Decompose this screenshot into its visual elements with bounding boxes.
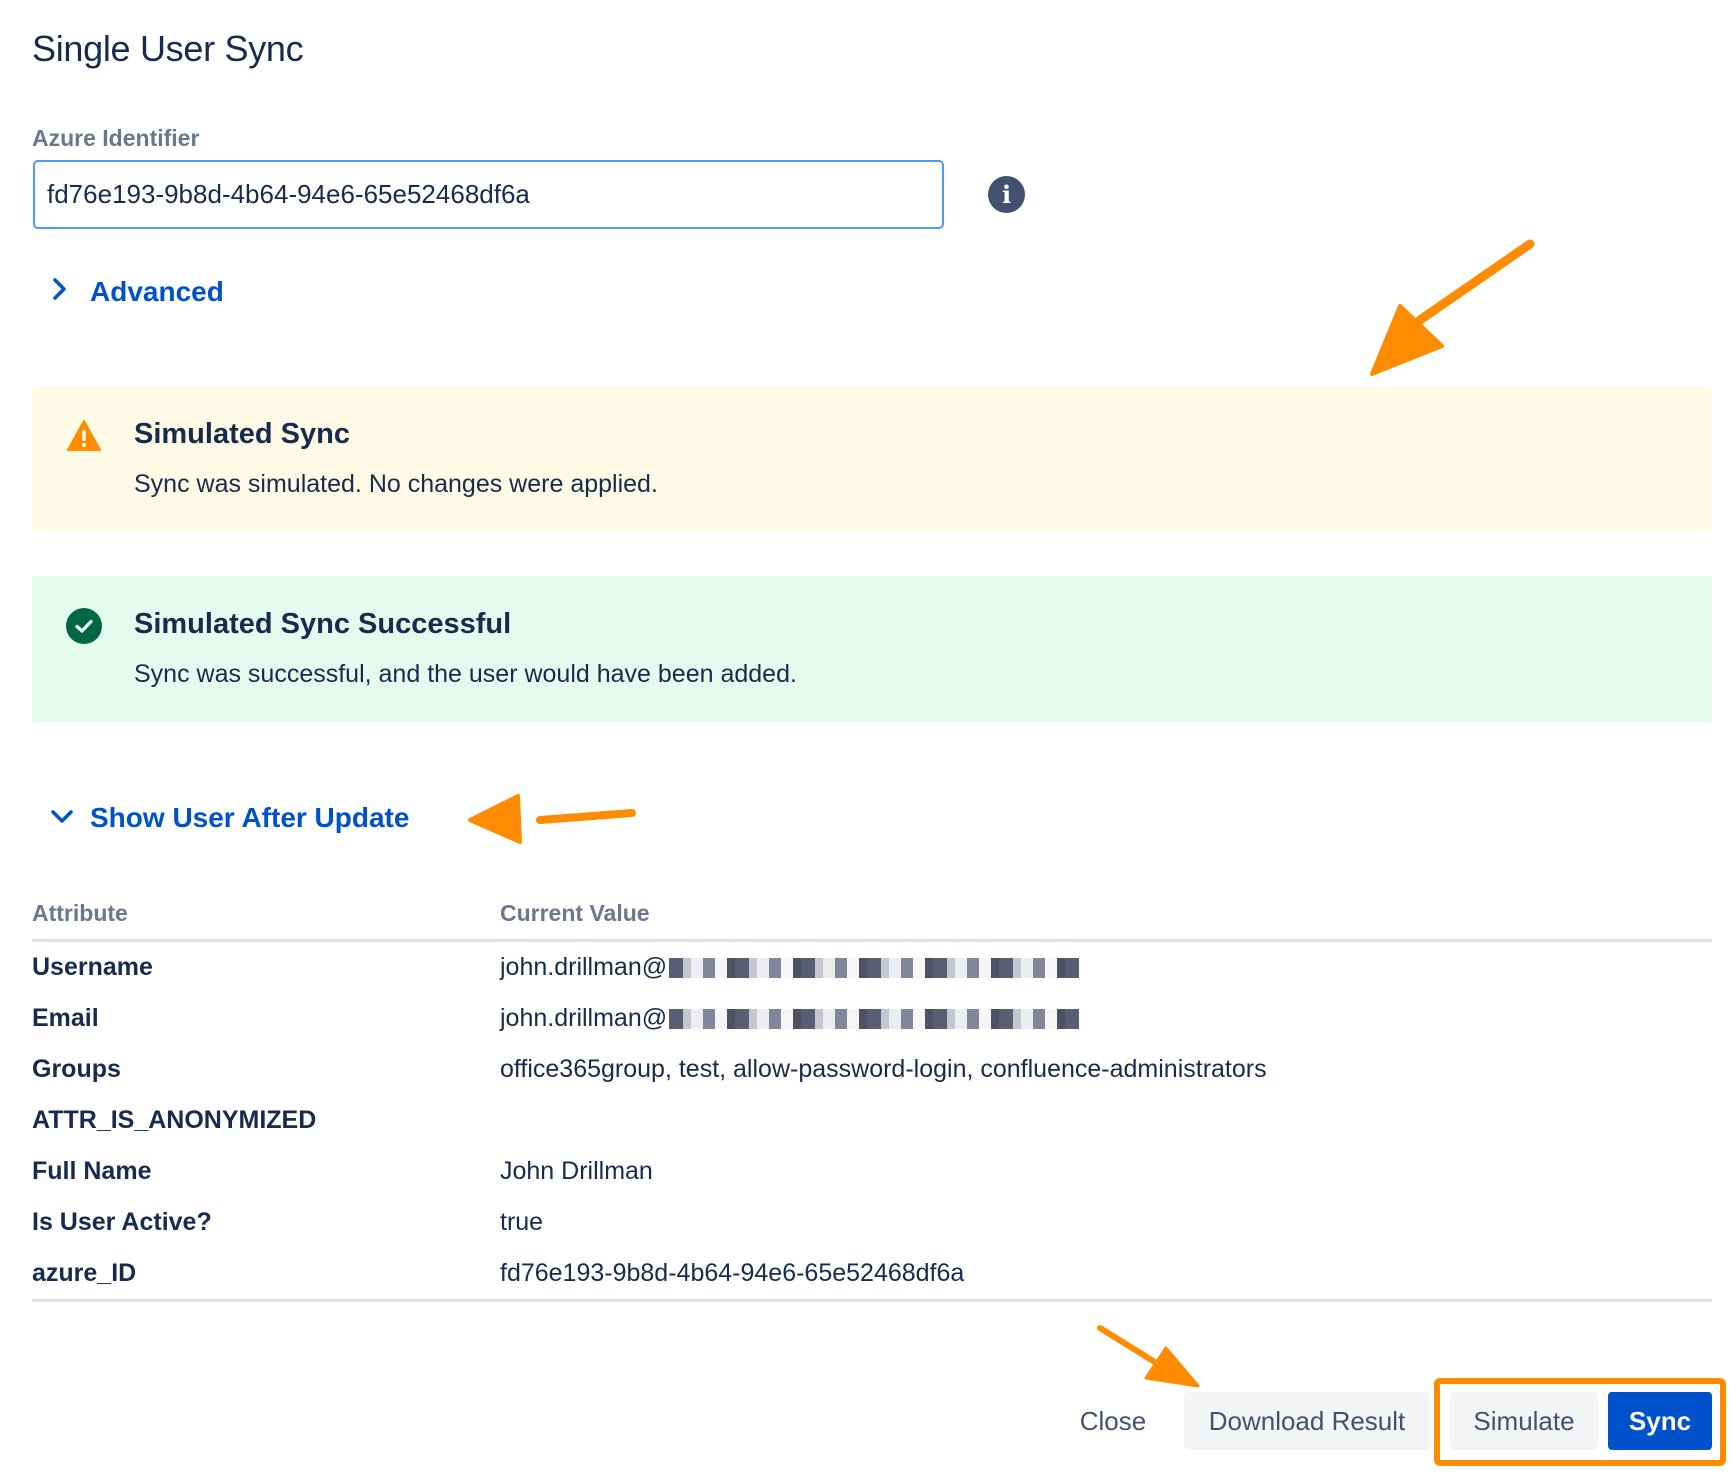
simulated-sync-warning: Simulated Sync Sync was simulated. No ch… <box>32 386 1712 531</box>
close-button[interactable]: Close <box>1060 1392 1166 1450</box>
annotation-arrow-to-download <box>1097 1325 1200 1388</box>
attribute-cell: ATTR_IS_ANONYMIZED <box>32 1106 317 1134</box>
attribute-cell: Username <box>32 953 153 981</box>
attribute-cell: azure_ID <box>32 1259 137 1287</box>
attribute-cell: Full Name <box>32 1157 152 1185</box>
attribute-column-header: Attribute <box>32 900 128 926</box>
download-result-button[interactable]: Download Result <box>1184 1392 1430 1450</box>
value-cell: true <box>500 1208 544 1236</box>
success-body: Sync was successful, and the user would … <box>134 660 797 688</box>
user-attributes-table: Attribute Current Value Username john.dr… <box>32 900 1712 1302</box>
redacted-area <box>669 1008 1080 1029</box>
table-row: Is User Active? true <box>32 1197 1712 1248</box>
attribute-cell: Is User Active? <box>32 1208 212 1236</box>
page-title: Single User Sync <box>32 28 304 69</box>
show-user-after-update-label: Show User After Update <box>90 802 410 833</box>
chevron-right-icon <box>50 276 90 308</box>
redacted-area <box>669 957 1080 978</box>
value-cell: John Drillman <box>500 1157 653 1185</box>
table-bottom-border <box>32 1299 1712 1302</box>
success-title: Simulated Sync Successful <box>134 608 512 640</box>
current-value-column-header: Current Value <box>500 900 650 926</box>
chevron-down-icon <box>50 802 90 834</box>
table-row: Groups office365group, test, allow-passw… <box>32 1044 1712 1095</box>
warning-icon <box>66 418 102 454</box>
table-row: Full Name John Drillman <box>32 1146 1712 1197</box>
value-text: john.drillman@ <box>500 953 668 981</box>
annotation-arrow-to-warning <box>1370 239 1535 376</box>
table-row: azure_ID fd76e193-9b8d-4b64-94e6-65e5246… <box>32 1248 1712 1299</box>
sync-button[interactable]: Sync <box>1608 1392 1712 1450</box>
info-icon[interactable]: i <box>988 176 1025 213</box>
value-cell: office365group, test, allow-password-log… <box>500 1055 1267 1083</box>
value-text: john.drillman@ <box>500 1004 668 1032</box>
advanced-toggle[interactable]: Advanced <box>50 276 224 308</box>
warning-body: Sync was simulated. No changes were appl… <box>134 470 658 498</box>
table-row: Email john.drillman@ <box>32 993 1712 1044</box>
value-cell: john.drillman@ <box>500 953 1712 982</box>
annotation-arrow-to-toggle <box>468 794 636 844</box>
simulate-button[interactable]: Simulate <box>1450 1392 1598 1450</box>
azure-identifier-input[interactable] <box>33 160 944 229</box>
simulated-sync-success: Simulated Sync Successful Sync was succe… <box>32 576 1712 722</box>
attribute-cell: Email <box>32 1004 99 1032</box>
check-circle-icon <box>66 608 102 644</box>
show-user-after-update-toggle[interactable]: Show User After Update <box>50 802 409 834</box>
azure-identifier-label: Azure Identifier <box>32 125 200 151</box>
warning-title: Simulated Sync <box>134 418 350 450</box>
advanced-label: Advanced <box>90 276 224 307</box>
table-row: Username john.drillman@ <box>32 942 1712 993</box>
table-header: Attribute Current Value <box>32 900 1712 942</box>
attribute-cell: Groups <box>32 1055 121 1083</box>
table-row: ATTR_IS_ANONYMIZED <box>32 1095 1712 1146</box>
value-cell: john.drillman@ <box>500 1004 1712 1033</box>
value-cell: fd76e193-9b8d-4b64-94e6-65e52468df6a <box>500 1259 965 1287</box>
